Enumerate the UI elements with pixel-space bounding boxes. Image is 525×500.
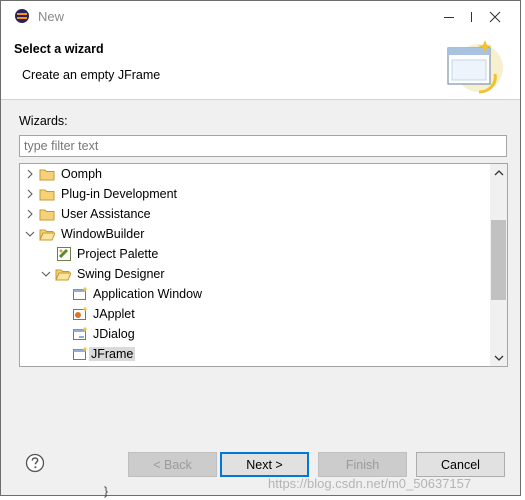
folder-icon [39, 189, 55, 201]
chevron-up-icon [494, 169, 503, 175]
tree-item-jframe[interactable]: JFrame [20, 344, 490, 364]
tree-item-label: User Assistance [61, 207, 151, 221]
tree-item-application-window[interactable]: Application Window [20, 284, 490, 304]
scroll-down-button[interactable] [490, 349, 507, 366]
title-bar: New [1, 1, 520, 32]
tree-item-swing-designer[interactable]: Swing Designer [20, 264, 490, 284]
tree-item-user-assistance[interactable]: User Assistance [20, 204, 490, 224]
tree-item-oomph[interactable]: Oomph [20, 164, 490, 184]
palette-icon [57, 247, 71, 261]
tree-item-japplet[interactable]: JApplet [20, 304, 490, 324]
folder-icon [39, 209, 55, 221]
tree-item-label: WindowBuilder [61, 227, 145, 241]
tree-item-label: Swing Designer [77, 267, 165, 281]
scroll-thumb[interactable] [491, 220, 506, 300]
eclipse-icon [15, 9, 29, 23]
new-wizard-dialog: New Select a wizard Create an empty JFra… [0, 0, 521, 496]
tree-item-project-palette[interactable]: Project Palette [20, 244, 490, 264]
tree-item-label: Project Palette [77, 247, 159, 261]
chevron-right-icon[interactable] [24, 188, 36, 200]
folder-open-icon [39, 229, 55, 241]
tree-scrollbar[interactable] [490, 164, 507, 366]
chevron-down-icon[interactable] [40, 268, 52, 280]
wizard-banner: Select a wizard Create an empty JFrame [1, 32, 520, 100]
next-button[interactable]: Next > [220, 452, 309, 477]
tree-item-label: Plug-in Development [61, 187, 178, 201]
window-icon [73, 286, 88, 300]
tree-item-label: Application Window [93, 287, 203, 301]
chevron-down-icon [494, 355, 503, 361]
back-button[interactable]: < Back [128, 452, 217, 477]
tree-item-windowbuilder[interactable]: WindowBuilder [20, 224, 490, 244]
close-icon [489, 11, 501, 22]
applet-icon [73, 306, 88, 320]
chevron-down-icon[interactable] [24, 228, 36, 240]
stray-brace: } [104, 484, 109, 498]
tree-item-label: JApplet [93, 307, 135, 321]
banner-description: Create an empty JFrame [22, 68, 161, 82]
new-window-wizard-icon [447, 40, 503, 94]
window-icon [73, 346, 88, 360]
tree-item-jdialog[interactable]: JDialog [20, 324, 490, 344]
wizards-label: Wizards: [19, 114, 68, 128]
scroll-up-button[interactable] [490, 164, 507, 181]
chevron-right-icon[interactable] [24, 168, 36, 180]
chevron-right-icon[interactable] [24, 208, 36, 220]
window-title: New [38, 9, 65, 24]
maximize-button[interactable] [426, 1, 472, 32]
cancel-button[interactable]: Cancel [416, 452, 505, 477]
wizard-tree[interactable]: Oomph Plug-in Development User Assistanc… [19, 163, 508, 367]
filter-input[interactable] [19, 135, 507, 157]
tree-item-label: JDialog [93, 327, 135, 341]
folder-open-icon [55, 269, 71, 281]
finish-button[interactable]: Finish [318, 452, 407, 477]
help-icon[interactable] [25, 453, 45, 473]
watermark-text: https://blog.csdn.net/m0_50637157 [268, 476, 472, 491]
banner-title: Select a wizard [14, 42, 104, 56]
tree-item-plugin-development[interactable]: Plug-in Development [20, 184, 490, 204]
tree-item-label: JFrame [89, 347, 136, 361]
tree-item-label: Oomph [61, 167, 102, 181]
folder-icon [39, 169, 55, 181]
dialog-icon [73, 326, 88, 340]
close-button[interactable] [472, 1, 518, 32]
